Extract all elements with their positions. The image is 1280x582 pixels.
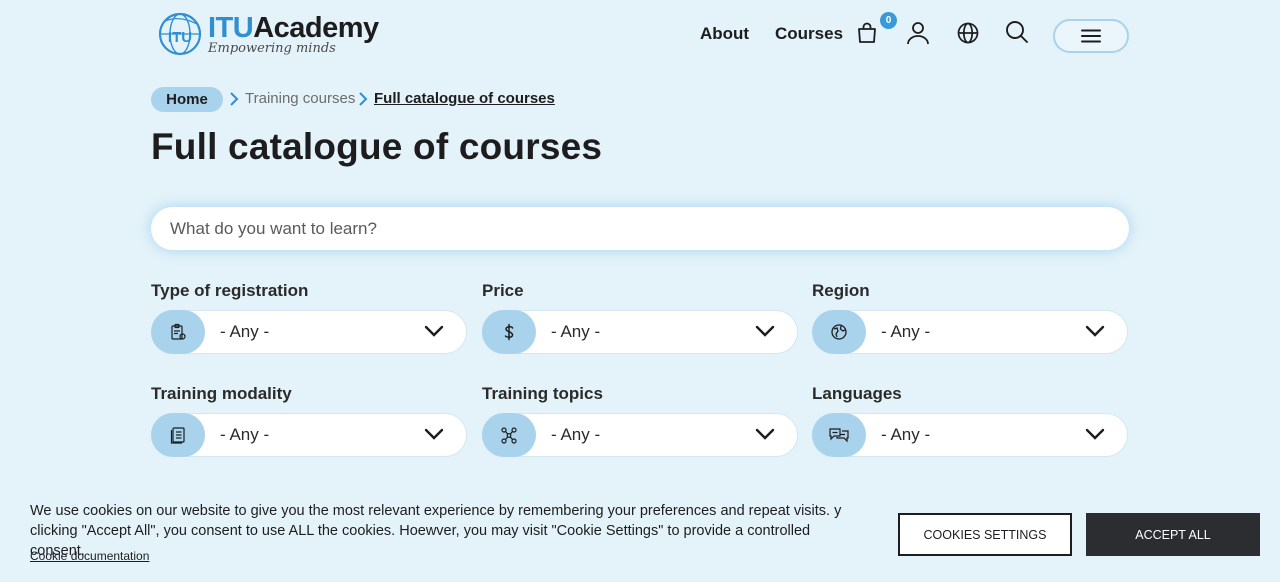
- logo-itu-text: ITU: [208, 11, 254, 44]
- filter-select-languages[interactable]: - Any -: [812, 413, 1128, 457]
- filter-select-modality[interactable]: - Any -: [151, 413, 467, 457]
- filter-value: - Any -: [220, 425, 270, 444]
- breadcrumb-training-courses[interactable]: Training courses: [245, 90, 355, 107]
- filter-label-topics: Training topics: [482, 384, 603, 403]
- cookie-documentation-link[interactable]: Cookie documentation: [30, 549, 149, 563]
- page-title: Full catalogue of courses: [151, 126, 603, 167]
- menu-button[interactable]: [1053, 19, 1129, 53]
- nav-courses-link[interactable]: Courses: [775, 24, 843, 44]
- filter-select-region[interactable]: - Any -: [812, 310, 1128, 354]
- itu-globe-logo-icon: ITU: [158, 12, 202, 56]
- cart-count-badge: 0: [880, 12, 897, 29]
- chevron-right-icon: [230, 92, 239, 106]
- search-icon: [1006, 21, 1028, 43]
- account-button[interactable]: [904, 19, 932, 47]
- filter-label-region: Region: [812, 281, 870, 300]
- language-button[interactable]: [954, 19, 982, 47]
- filter-value: - Any -: [551, 322, 601, 341]
- nav-about-link[interactable]: About: [700, 24, 749, 44]
- cookies-settings-button[interactable]: COOKIES SETTINGS: [898, 513, 1072, 556]
- accept-all-button[interactable]: ACCEPT ALL: [1086, 513, 1260, 556]
- filter-value: - Any -: [881, 322, 931, 341]
- filter-select-price[interactable]: - Any -: [482, 310, 798, 354]
- filter-value: - Any -: [551, 425, 601, 444]
- dollar-icon: [504, 323, 514, 341]
- cart-icon: [858, 22, 876, 43]
- course-search-input[interactable]: [151, 207, 1129, 250]
- chevron-right-icon: [359, 92, 368, 106]
- filter-label-registration: Type of registration: [151, 281, 309, 300]
- itu-academy-logo[interactable]: ITU ITUAcademy Empowering minds: [157, 11, 379, 57]
- filter-label-price: Price: [482, 281, 524, 300]
- logo-academy-text: Academy: [253, 11, 379, 44]
- logo-badge-text: ITU: [168, 29, 192, 46]
- chevron-down-icon: [755, 325, 775, 337]
- cart-button[interactable]: [853, 19, 881, 47]
- globe-icon: [957, 22, 979, 44]
- filter-label-languages: Languages: [812, 384, 902, 403]
- breadcrumb-home[interactable]: Home: [151, 87, 223, 112]
- filter-select-topics[interactable]: - Any -: [482, 413, 798, 457]
- cookie-banner: We use cookies on our website to give yo…: [0, 489, 1280, 582]
- user-icon: [907, 22, 929, 45]
- breadcrumb-current[interactable]: Full catalogue of courses: [374, 90, 555, 107]
- chevron-down-icon: [1085, 325, 1105, 337]
- site-header: ITU ITUAcademy Empowering minds About Co…: [0, 0, 1280, 70]
- registration-icon: [171, 323, 186, 340]
- cookie-consent-text: We use cookies on our website to give yo…: [30, 503, 842, 559]
- chevron-down-icon: [424, 428, 444, 440]
- filter-label-modality: Training modality: [151, 384, 292, 403]
- chevron-down-icon: [1085, 428, 1105, 440]
- filter-value: - Any -: [881, 425, 931, 444]
- chevron-down-icon: [755, 428, 775, 440]
- search-button[interactable]: [1003, 18, 1031, 46]
- filter-value: - Any -: [220, 322, 270, 341]
- filter-select-registration[interactable]: - Any -: [151, 310, 467, 354]
- document-icon: [170, 427, 185, 444]
- network-icon: [501, 427, 517, 444]
- region-globe-icon: [831, 324, 847, 340]
- chat-bubbles-icon: [829, 428, 849, 443]
- hamburger-icon: [1081, 29, 1101, 43]
- chevron-down-icon: [424, 325, 444, 337]
